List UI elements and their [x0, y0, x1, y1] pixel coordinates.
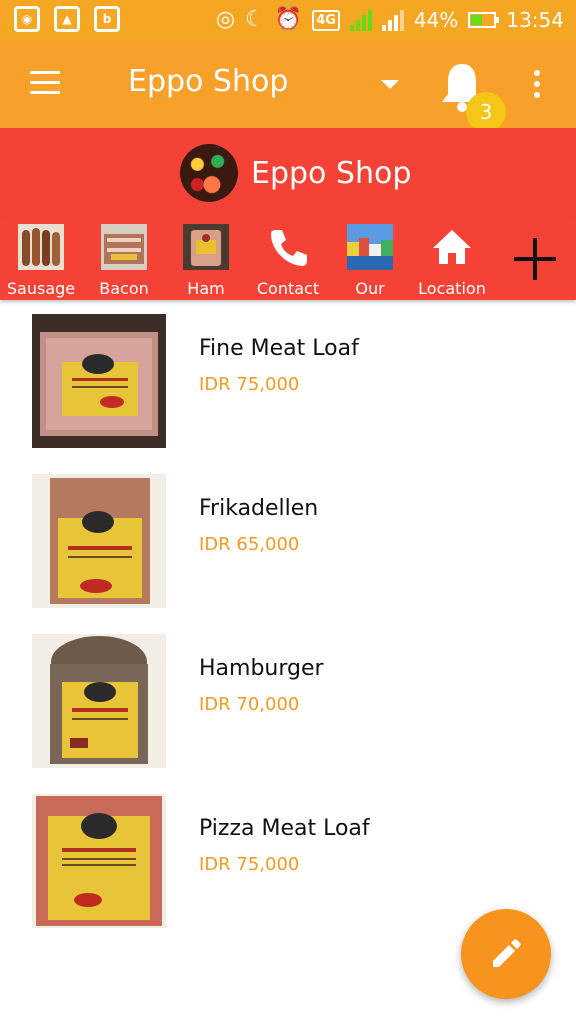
category-location[interactable]: Location: [412, 224, 492, 298]
category-label: Sausage: [6, 279, 76, 298]
pencil-icon: [493, 939, 521, 967]
category-label: Contact: [256, 279, 320, 298]
sim1-signal-icon: [349, 9, 372, 31]
edit-button[interactable]: [461, 909, 551, 999]
bbm-notification-icon: b: [94, 6, 120, 32]
category-bar: Sausage Bacon Ham Contact Our Location: [0, 218, 576, 300]
sausage-image: [18, 224, 64, 270]
category-label: Ham: [187, 279, 225, 298]
clock: 13:54: [506, 8, 564, 32]
product-item[interactable]: Hamburger IDR 70,000: [0, 620, 576, 780]
product-name: Hamburger: [199, 656, 324, 681]
category-ham[interactable]: Ham: [166, 224, 246, 298]
menu-icon[interactable]: [30, 71, 60, 94]
category-label: Bacon: [99, 279, 149, 298]
battery-icon: [468, 12, 500, 28]
product-image: [32, 314, 166, 448]
system-icons: ◎ ☾ ⏰ 4G 44% 13:54: [216, 4, 564, 36]
ham-image: [183, 224, 229, 270]
shop-name: Eppo Shop: [251, 156, 412, 191]
shop-header: Eppo Shop: [0, 128, 576, 218]
product-image: [32, 634, 166, 768]
notification-icons: ◉ ▲ b: [14, 6, 120, 32]
overflow-menu-icon[interactable]: [534, 70, 542, 103]
moon-icon: ☾: [245, 7, 265, 32]
product-item[interactable]: Frikadellen IDR 65,000: [0, 460, 576, 620]
sim2-signal-icon: [381, 9, 404, 31]
product-name: Fine Meat Loaf: [199, 336, 359, 361]
notification-badge[interactable]: 3: [466, 92, 506, 132]
hotspot-notification-icon: ◉: [14, 6, 40, 32]
toolbar-title[interactable]: Eppo Shop: [128, 64, 288, 99]
product-price: IDR 65,000: [199, 534, 300, 555]
product-image: [32, 794, 166, 928]
category-sausage[interactable]: Sausage: [1, 224, 81, 298]
category-label: Location: [418, 279, 486, 298]
product-price: IDR 75,000: [199, 854, 300, 875]
status-bar: ◉ ▲ b ◎ ☾ ⏰ 4G 44% 13:54: [0, 0, 576, 40]
add-category-icon[interactable]: [514, 238, 556, 280]
home-icon: [433, 230, 471, 264]
category-bacon[interactable]: Bacon: [84, 224, 164, 298]
shop-logo: [180, 144, 238, 202]
alarm-icon: ⏰: [274, 7, 303, 32]
product-name: Frikadellen: [199, 496, 319, 521]
product-image: [32, 474, 166, 608]
product-price: IDR 75,000: [199, 374, 300, 395]
bacon-image: [101, 224, 147, 270]
product-price: IDR 70,000: [199, 694, 300, 715]
network-type: 4G: [312, 9, 340, 31]
dropdown-icon[interactable]: [381, 80, 399, 89]
category-contact[interactable]: Contact: [248, 224, 328, 298]
category-our[interactable]: Our: [330, 224, 410, 298]
app-toolbar: Eppo Shop 3: [0, 40, 576, 132]
our-image: [347, 224, 393, 270]
gallery-notification-icon: ▲: [54, 6, 80, 32]
battery-percent: 44%: [413, 8, 459, 32]
hotspot-icon: ◎: [215, 7, 236, 32]
phone-icon: [271, 230, 307, 266]
product-name: Pizza Meat Loaf: [199, 816, 370, 841]
product-item[interactable]: Fine Meat Loaf IDR 75,000: [0, 300, 576, 460]
category-label: Our: [355, 279, 385, 298]
